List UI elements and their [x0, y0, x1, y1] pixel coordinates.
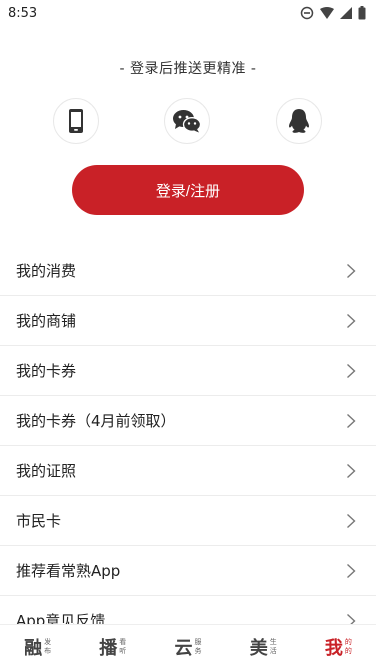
chevron-right-icon: [347, 413, 356, 428]
menu-item-label: 我的证照: [16, 462, 77, 480]
wechat-icon: [173, 110, 202, 133]
dnd-icon: [300, 6, 314, 20]
menu-item-label: 我的卡券: [16, 362, 77, 380]
menu-item-my-coupons[interactable]: 我的卡券: [0, 346, 376, 396]
tab-sublabel: 服 务: [195, 638, 202, 656]
menu-item-my-shop[interactable]: 我的商铺: [0, 296, 376, 346]
tab-sublabel-line: 的: [344, 646, 352, 655]
tab-sublabel-line: 活: [269, 646, 277, 655]
tab-sublabel: 看 听: [119, 638, 126, 656]
tab-mei[interactable]: 美 生 活: [226, 625, 301, 668]
tab-bo[interactable]: 播 看 听: [75, 625, 150, 668]
tab-sublabel-line: 听: [119, 646, 127, 655]
menu-item-citizen-card[interactable]: 市民卡: [0, 496, 376, 546]
tab-sublabel-line: 看: [119, 637, 127, 646]
menu-item-label: 市民卡: [16, 512, 62, 530]
tab-sublabel-line: 发: [44, 637, 52, 646]
tab-sublabel-line: 布: [44, 646, 52, 655]
chevron-right-icon: [347, 263, 356, 278]
wechat-login-button[interactable]: [164, 98, 210, 144]
tab-sublabel-line: 生: [269, 637, 277, 646]
chevron-right-icon: [347, 313, 356, 328]
tab-label: 美: [249, 637, 268, 659]
login-tagline: - 登录后推送更精准 -: [119, 61, 257, 77]
menu-item-recommend-app[interactable]: 推荐看常熟App: [0, 546, 376, 596]
menu-item-my-licenses[interactable]: 我的证照: [0, 446, 376, 496]
tab-label: 云: [174, 637, 193, 659]
signal-icon: [340, 7, 352, 19]
phone-login-button[interactable]: [53, 98, 99, 144]
status-icons: [300, 6, 366, 20]
status-bar: 8:53: [0, 0, 376, 26]
menu-item-label: 我的商铺: [16, 312, 77, 330]
qq-login-button[interactable]: [276, 98, 322, 144]
phone-icon: [69, 109, 83, 133]
tab-label: 我: [324, 637, 343, 659]
tab-label: 播: [99, 637, 118, 659]
tab-label: 融: [24, 637, 43, 659]
menu-item-label: 我的卡券（4月前领取）: [16, 412, 176, 430]
chevron-right-icon: [347, 363, 356, 378]
login-register-button[interactable]: 登录/注册: [72, 165, 304, 215]
chevron-right-icon: [347, 463, 356, 478]
menu-item-my-coupons-before-april[interactable]: 我的卡券（4月前领取）: [0, 396, 376, 446]
battery-icon: [358, 6, 366, 20]
menu-item-label: 我的消费: [16, 262, 77, 280]
tab-me[interactable]: 我 的 的: [301, 625, 376, 668]
tab-sublabel: 发 布: [44, 638, 51, 656]
tab-sublabel-line: 务: [194, 646, 202, 655]
tab-sublabel: 生 活: [270, 638, 277, 656]
bottom-tab-bar: 融 发 布 播 看 听 云 服 务 美 生 活 我 的 的: [0, 624, 376, 668]
tab-rong[interactable]: 融 发 布: [0, 625, 75, 668]
chevron-right-icon: [347, 563, 356, 578]
tab-yun[interactable]: 云 服 务: [150, 625, 225, 668]
wifi-icon: [320, 7, 334, 19]
tab-sublabel: 的 的: [345, 638, 352, 656]
tab-sublabel-line: 的: [344, 637, 352, 646]
tab-sublabel-line: 服: [194, 637, 202, 646]
chevron-right-icon: [347, 513, 356, 528]
status-time: 8:53: [8, 5, 38, 21]
menu-list: 我的消费 我的商铺 我的卡券 我的卡券（4月前领取） 我的证照 市民卡 推荐看常…: [0, 246, 376, 646]
qq-icon: [289, 109, 309, 133]
menu-item-my-consumption[interactable]: 我的消费: [0, 246, 376, 296]
menu-item-label: 推荐看常熟App: [16, 562, 121, 580]
third-party-login: [0, 98, 376, 146]
